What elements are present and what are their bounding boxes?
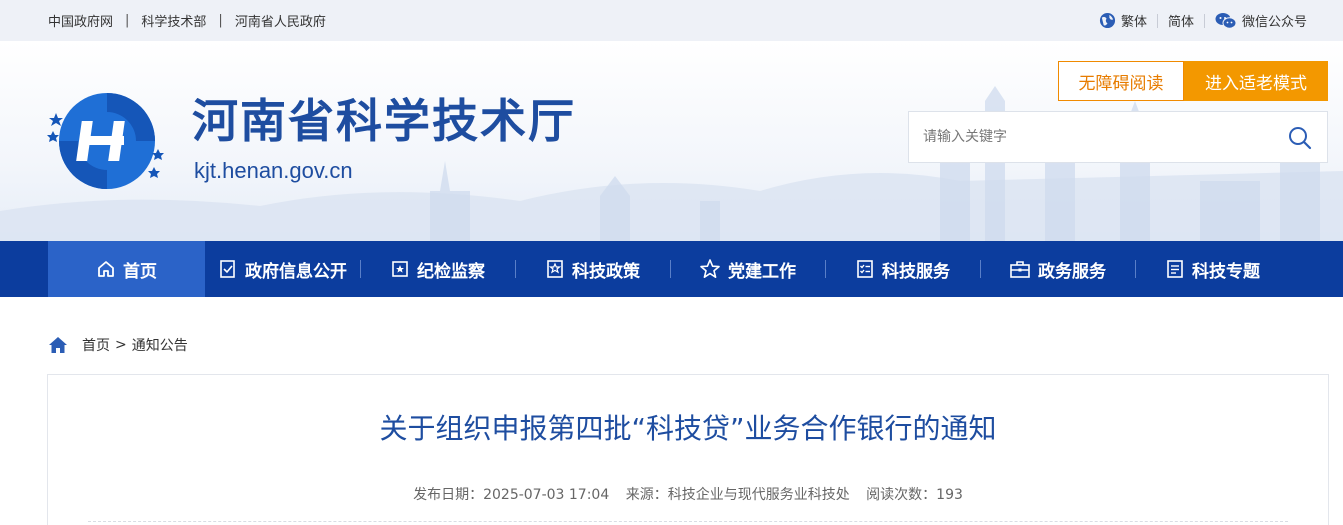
- badge-icon: [392, 261, 408, 277]
- nav-label: 科技政策: [572, 261, 640, 282]
- nav-label: 科技专题: [1192, 261, 1260, 282]
- nav-label: 党建工作: [728, 261, 796, 282]
- traditional-chinese-link[interactable]: 繁体: [1099, 11, 1147, 30]
- article-title: 关于组织申报第四批“科技贷”业务合作银行的通知: [379, 412, 997, 445]
- home-icon: [98, 261, 114, 277]
- nav-item-gov-info[interactable]: 政府信息公开: [205, 241, 360, 297]
- site-name: 河南省科学技术厅: [192, 94, 576, 148]
- link-henan-gov[interactable]: 河南省人民政府: [235, 11, 326, 30]
- nav-label: 科技服务: [882, 261, 950, 282]
- nav-item-topics[interactable]: 科技专题: [1135, 241, 1290, 297]
- wechat-icon: [1215, 12, 1237, 29]
- nav-label: 首页: [123, 261, 157, 282]
- traditional-label: 繁体: [1120, 15, 1147, 30]
- site-domain: kjt.henan.gov.cn: [194, 158, 353, 183]
- policy-icon: [547, 260, 563, 278]
- nav-divider: [515, 260, 516, 278]
- checklist-icon: [857, 260, 873, 278]
- elder-mode-button[interactable]: 进入适老模式: [1184, 61, 1328, 101]
- external-links: 中国政府网 | 科学技术部 | 河南省人民政府: [48, 0, 326, 41]
- breadcrumb-separator: >: [115, 337, 127, 353]
- top-bar: 中国政府网 | 科学技术部 | 河南省人民政府 繁体 简体 微信公众号: [0, 0, 1343, 41]
- nav-item-discipline[interactable]: 纪检监察: [360, 241, 515, 297]
- article-panel: 关于组织申报第四批“科技贷”业务合作银行的通知 发布日期：2025-07-03 …: [47, 374, 1329, 525]
- globe-icon: [1099, 12, 1116, 29]
- top-bar-tools: 繁体 简体 微信公众号: [1099, 0, 1307, 41]
- nav-divider: [670, 260, 671, 278]
- meta-divider: [88, 521, 1288, 522]
- search-input[interactable]: [909, 112, 1279, 162]
- search-box: [908, 111, 1328, 163]
- nav-divider: [825, 260, 826, 278]
- breadcrumb-home-link[interactable]: 首页: [82, 335, 110, 355]
- briefcase-icon: [1010, 261, 1030, 278]
- nav-item-policy[interactable]: 科技政策: [515, 241, 670, 297]
- divider: [1203, 13, 1205, 28]
- nav-item-home[interactable]: 首页: [48, 241, 205, 297]
- simplified-chinese-link[interactable]: 简体: [1168, 11, 1194, 30]
- divider: [1156, 13, 1158, 28]
- publish-date: 发布日期：2025-07-03 17:04: [413, 487, 610, 503]
- link-separator: |: [125, 13, 130, 28]
- document-check-icon: [220, 260, 235, 278]
- nav-label: 政务服务: [1038, 261, 1106, 282]
- link-separator: |: [218, 13, 223, 28]
- article-meta: 发布日期：2025-07-03 17:04 来源：科技企业与现代服务业科技处 阅…: [48, 484, 1328, 504]
- wechat-link[interactable]: 微信公众号: [1215, 11, 1307, 30]
- wechat-label: 微信公众号: [1241, 15, 1307, 30]
- breadcrumb-current-link[interactable]: 通知公告: [132, 335, 188, 355]
- nav-divider: [1135, 260, 1136, 278]
- nav-item-services[interactable]: 科技服务: [825, 241, 980, 297]
- nav-item-gov-services[interactable]: 政务服务: [980, 241, 1135, 297]
- accessible-reading-button[interactable]: 无障碍阅读: [1058, 61, 1184, 101]
- star-icon: [700, 259, 720, 279]
- home-icon: [49, 337, 67, 353]
- nav-label: 政府信息公开: [245, 261, 347, 282]
- breadcrumb: 首页 > 通知公告: [48, 334, 188, 356]
- search-icon[interactable]: [1287, 125, 1313, 151]
- nav-divider: [360, 260, 361, 278]
- nav-item-party[interactable]: 党建工作: [670, 241, 825, 297]
- site-logo: [47, 93, 164, 189]
- site-header: 河南省科学技术厅 kjt.henan.gov.cn 无障碍阅读 进入适老模式: [0, 41, 1343, 241]
- view-count: 阅读次数：193: [866, 487, 963, 503]
- list-document-icon: [1167, 260, 1183, 278]
- simplified-label: 简体: [1167, 15, 1194, 30]
- nav-divider: [980, 260, 981, 278]
- link-gov-cn[interactable]: 中国政府网: [48, 11, 113, 30]
- article-source: 来源：科技企业与现代服务业科技处: [625, 487, 850, 503]
- nav-label: 纪检监察: [417, 261, 485, 282]
- main-nav: 首页 政府信息公开 纪检监察 科技政策 党建工作 科技服务 政务服务 科技专题: [0, 241, 1343, 297]
- link-most[interactable]: 科学技术部: [141, 11, 206, 30]
